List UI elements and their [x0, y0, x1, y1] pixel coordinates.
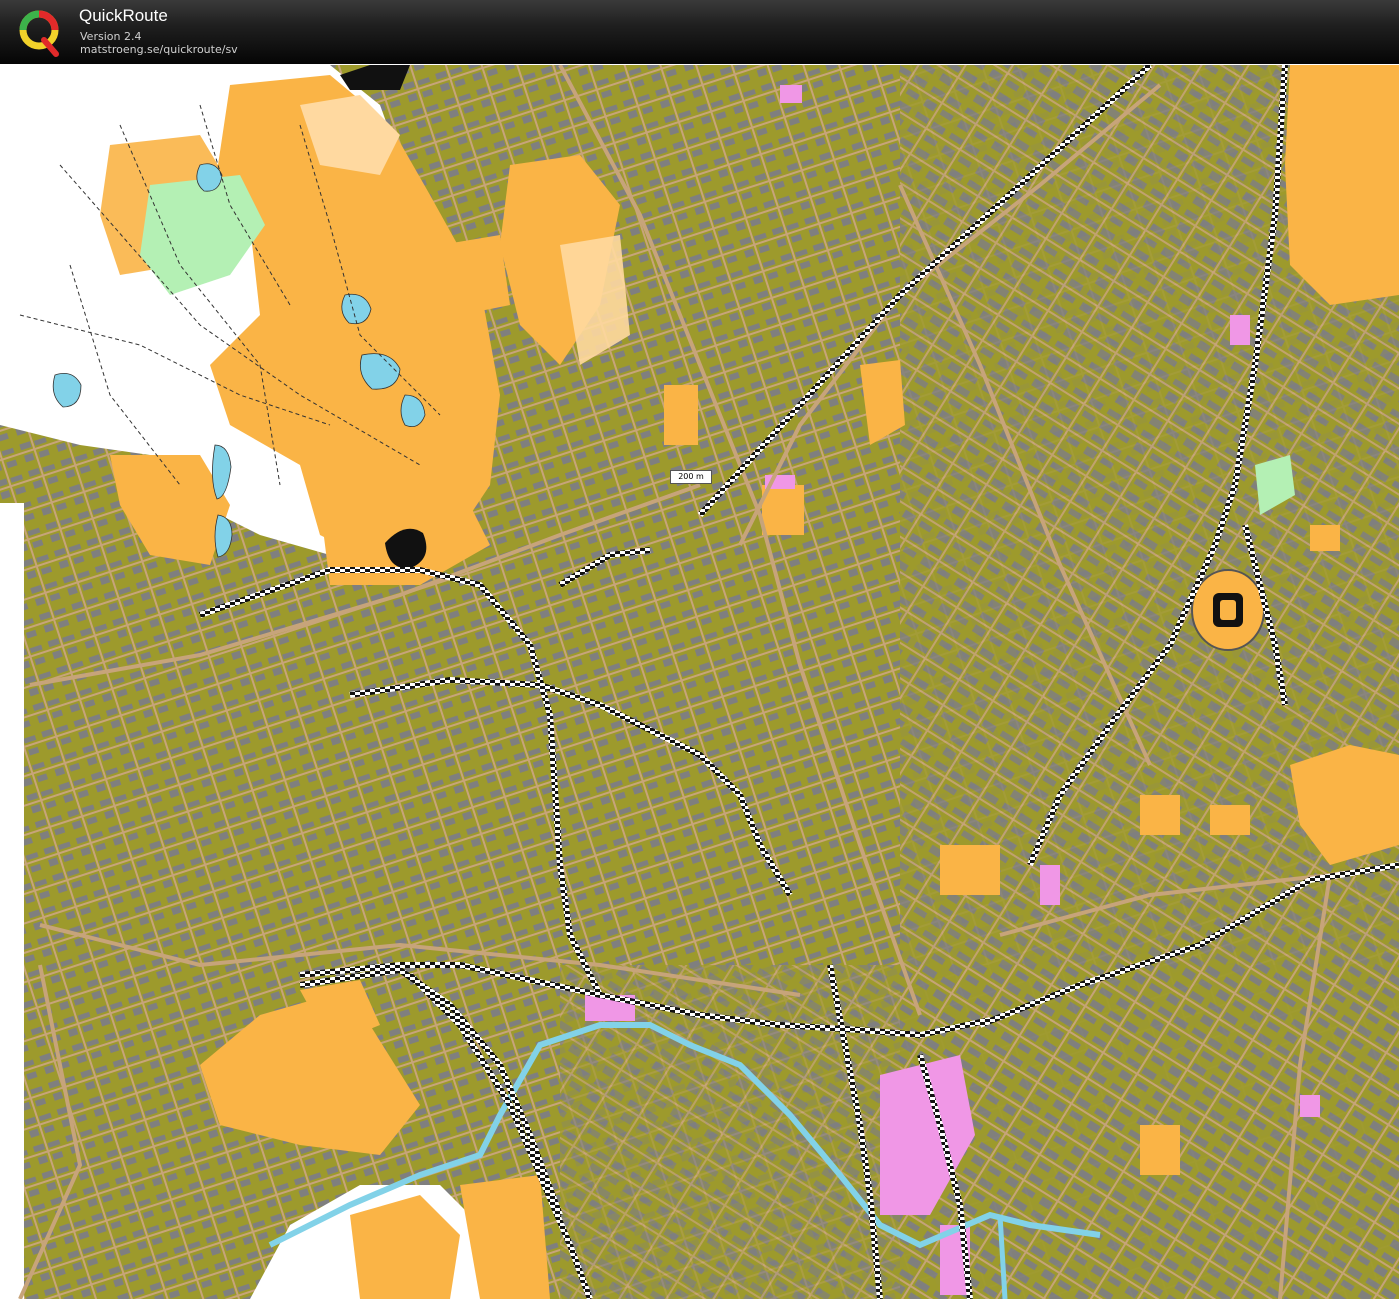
map-canvas[interactable] [0, 65, 1399, 1299]
stadium [1191, 569, 1265, 651]
open-land-plot [940, 845, 1000, 895]
open-land-plot [664, 385, 698, 445]
open-land-plot [1210, 805, 1250, 835]
open-land-plot [1140, 1125, 1180, 1175]
scale-bar-label: 200 m [670, 470, 712, 484]
open-land-northeast [1285, 65, 1399, 305]
app-title: QuickRoute [79, 6, 168, 25]
industrial-area [1040, 865, 1060, 905]
orienteering-map[interactable]: 200 m [0, 65, 1399, 1299]
industrial-area [1230, 315, 1250, 345]
quickroute-window: QuickRoute Version 2.4 matstroeng.se/qui… [0, 0, 1399, 1299]
industrial-area [780, 85, 802, 103]
map-margin-top [0, 65, 44, 105]
map-margin-left [0, 503, 24, 1299]
app-url[interactable]: matstroeng.se/quickroute/sv [80, 43, 238, 56]
industrial-area [1300, 1095, 1320, 1117]
open-land-plot [1310, 525, 1340, 551]
quickroute-logo-icon [16, 6, 64, 58]
app-version: Version 2.4 [80, 30, 142, 43]
title-bar: QuickRoute Version 2.4 matstroeng.se/qui… [0, 0, 1399, 64]
open-land-plot [1140, 795, 1180, 835]
